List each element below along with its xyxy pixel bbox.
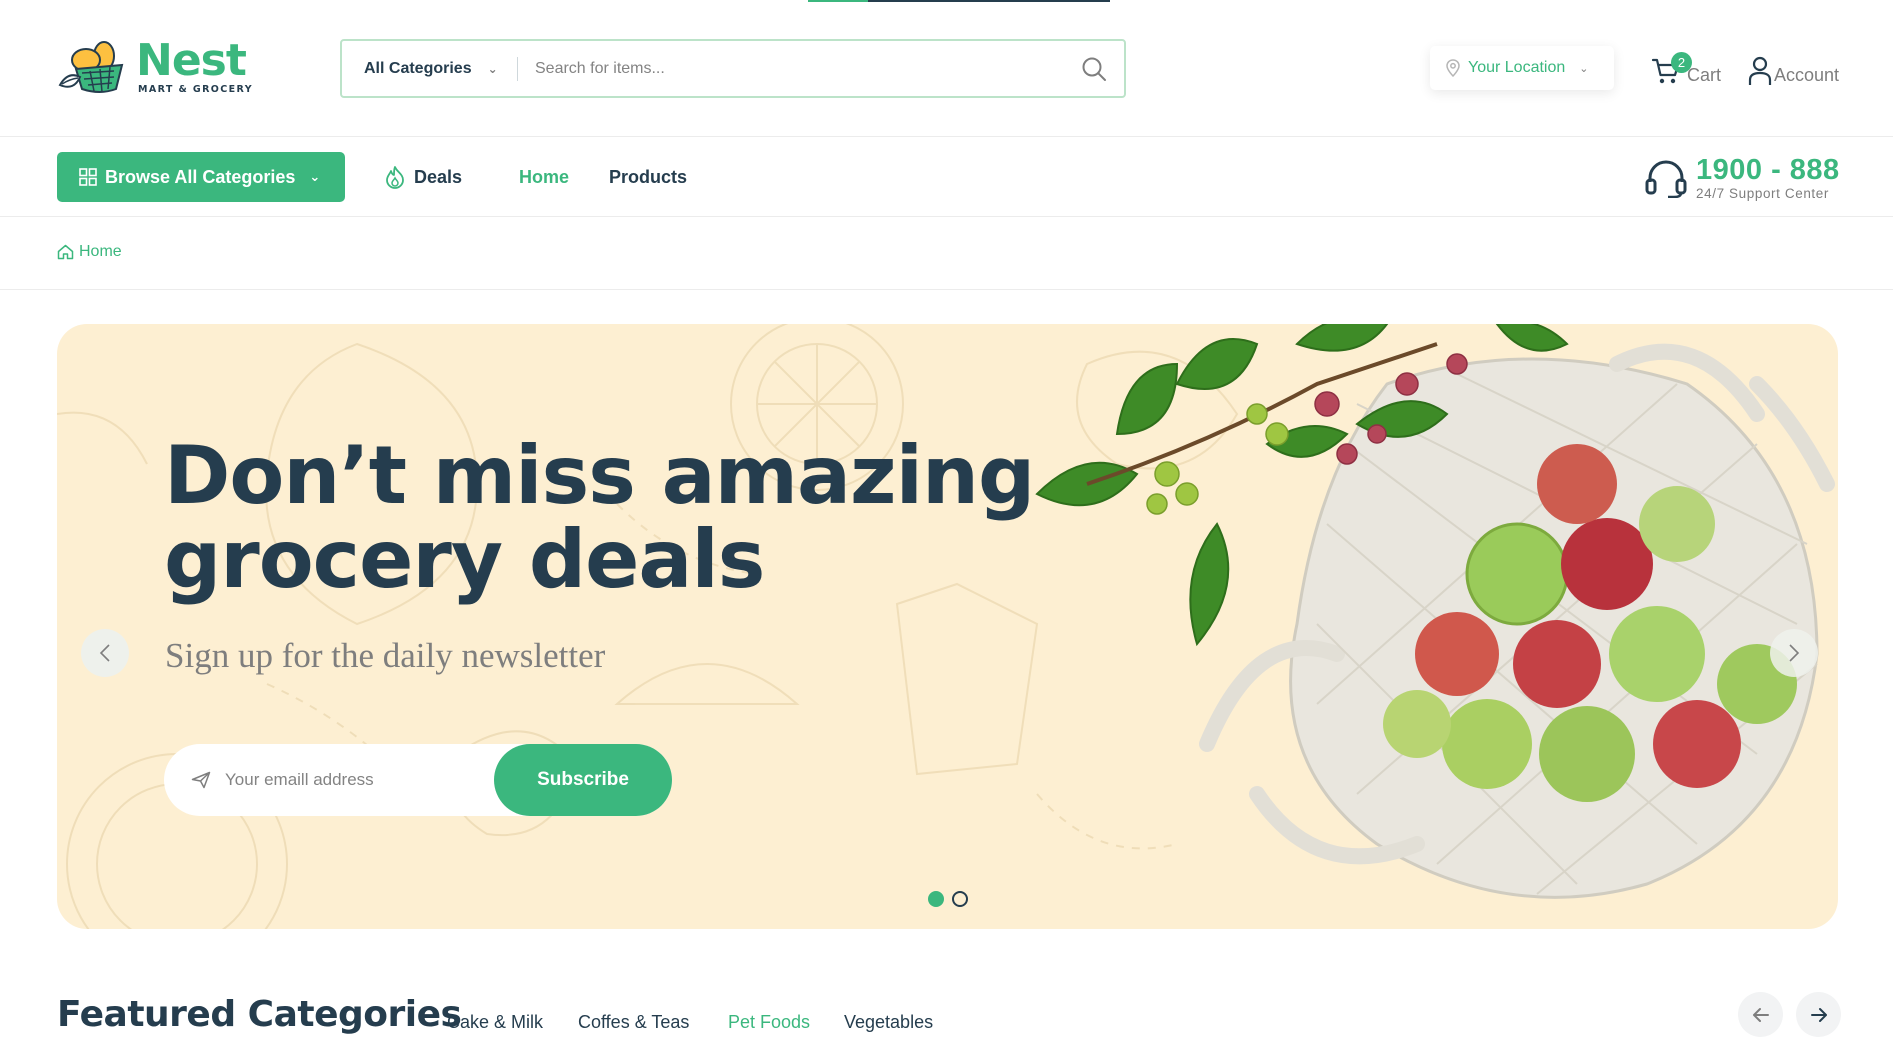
nav-home-label: Home: [519, 166, 570, 187]
cart-link[interactable]: 2 Cart: [1651, 46, 1721, 86]
slider-dot-1[interactable]: [928, 891, 944, 907]
location-label: Your Location: [1468, 59, 1566, 76]
hero-subtitle: Sign up for the daily newsletter: [165, 636, 606, 675]
home-icon: [57, 244, 74, 260]
chevron-down-icon: ⌄: [309, 169, 321, 184]
arrow-left-icon: [1752, 1007, 1769, 1022]
logo-tagline: MART & GROCERY: [138, 84, 253, 96]
hero-background-illustration: [57, 324, 1835, 929]
support-phone-number: 1900 - 888: [1696, 153, 1840, 186]
search-category-label: All Categories: [364, 59, 472, 77]
nav-deals-label: Deals: [414, 166, 463, 187]
hero-title-line-1: Don’t miss amazing: [164, 429, 1035, 522]
newsletter-form: Subscribe: [164, 744, 672, 816]
site-logo[interactable]: Nest MART & GROCERY: [56, 36, 256, 98]
support-label: 24/7 Support Center: [1696, 185, 1829, 201]
hero-title: Don’t miss amazing grocery deals: [164, 434, 1064, 602]
slider-dot-2[interactable]: [952, 891, 968, 907]
categories-next-button[interactable]: [1796, 992, 1841, 1037]
email-input[interactable]: [211, 744, 471, 816]
nav-item-deals[interactable]: Deals: [384, 164, 462, 190]
basket-logo-icon: [58, 41, 124, 93]
category-tab-vegetables[interactable]: Vegetables: [844, 1012, 933, 1033]
chevron-down-icon: ⌄: [1579, 62, 1589, 75]
search-button[interactable]: [1064, 41, 1124, 96]
logo-name: Nest: [136, 35, 247, 87]
map-pin-icon: [1446, 59, 1460, 77]
categories-prev-button[interactable]: [1738, 992, 1783, 1037]
main-navbar: Browse All Categories ⌄ Deals Home Produ…: [0, 137, 1893, 217]
chevron-down-icon: ⌄: [487, 61, 498, 76]
account-link[interactable]: Account: [1748, 50, 1839, 86]
breadcrumb-home-label: Home: [79, 243, 122, 260]
featured-categories: Featured Categories Cake & Milk Coffes &…: [0, 980, 1893, 1045]
chevron-left-icon: [99, 644, 110, 662]
hero-slider: Don’t miss amazing grocery deals Sign up…: [57, 324, 1838, 929]
browse-categories-button[interactable]: Browse All Categories ⌄: [57, 152, 345, 202]
nav-item-products[interactable]: Products: [609, 164, 687, 190]
send-icon: [191, 771, 211, 789]
slider-prev-button[interactable]: [81, 629, 129, 677]
cart-icon-wrap: 2: [1651, 52, 1692, 86]
account-label: Account: [1774, 65, 1840, 85]
search-icon: [1082, 57, 1106, 81]
featured-categories-title: Featured Categories: [57, 994, 462, 1035]
flame-icon: [386, 166, 404, 189]
search-bar: All Categories ⌄: [340, 39, 1126, 98]
slider-next-button[interactable]: [1770, 629, 1818, 677]
grid-icon: [79, 168, 97, 186]
category-tab-cake-milk[interactable]: Cake & Milk: [447, 1012, 543, 1033]
subscribe-button[interactable]: Subscribe: [494, 744, 672, 816]
nav-products-label: Products: [609, 166, 688, 187]
browse-categories-label: Browse All Categories: [105, 166, 296, 187]
cart-count-badge: 2: [1671, 52, 1692, 73]
arrow-right-icon: [1810, 1007, 1827, 1022]
category-tab-coffes-teas[interactable]: Coffes & Teas: [578, 1012, 689, 1033]
hero-title-line-2: grocery deals: [164, 513, 765, 606]
support-text: 1900 - 888 24/7 Support Center: [1696, 153, 1840, 201]
category-tab-pet-foods[interactable]: Pet Foods: [728, 1012, 810, 1033]
search-category-select[interactable]: All Categories ⌄: [342, 41, 517, 96]
apple-bag-illustration: [1035, 324, 1835, 899]
slider-pagination: [928, 891, 976, 907]
headset-icon: [1645, 160, 1687, 198]
nav-item-home[interactable]: Home: [519, 164, 569, 190]
location-select[interactable]: Your Location ⌄: [1430, 46, 1614, 90]
cart-label: Cart: [1687, 65, 1722, 85]
breadcrumb-home[interactable]: Home: [57, 243, 122, 261]
search-input[interactable]: [518, 41, 1064, 96]
chevron-right-icon: [1789, 644, 1800, 662]
support-center[interactable]: 1900 - 888 24/7 Support Center: [1644, 155, 1840, 201]
user-icon: [1748, 56, 1772, 85]
header-top: Nest MART & GROCERY All Categories ⌄ You…: [0, 0, 1893, 137]
breadcrumb: Home: [0, 217, 1893, 290]
